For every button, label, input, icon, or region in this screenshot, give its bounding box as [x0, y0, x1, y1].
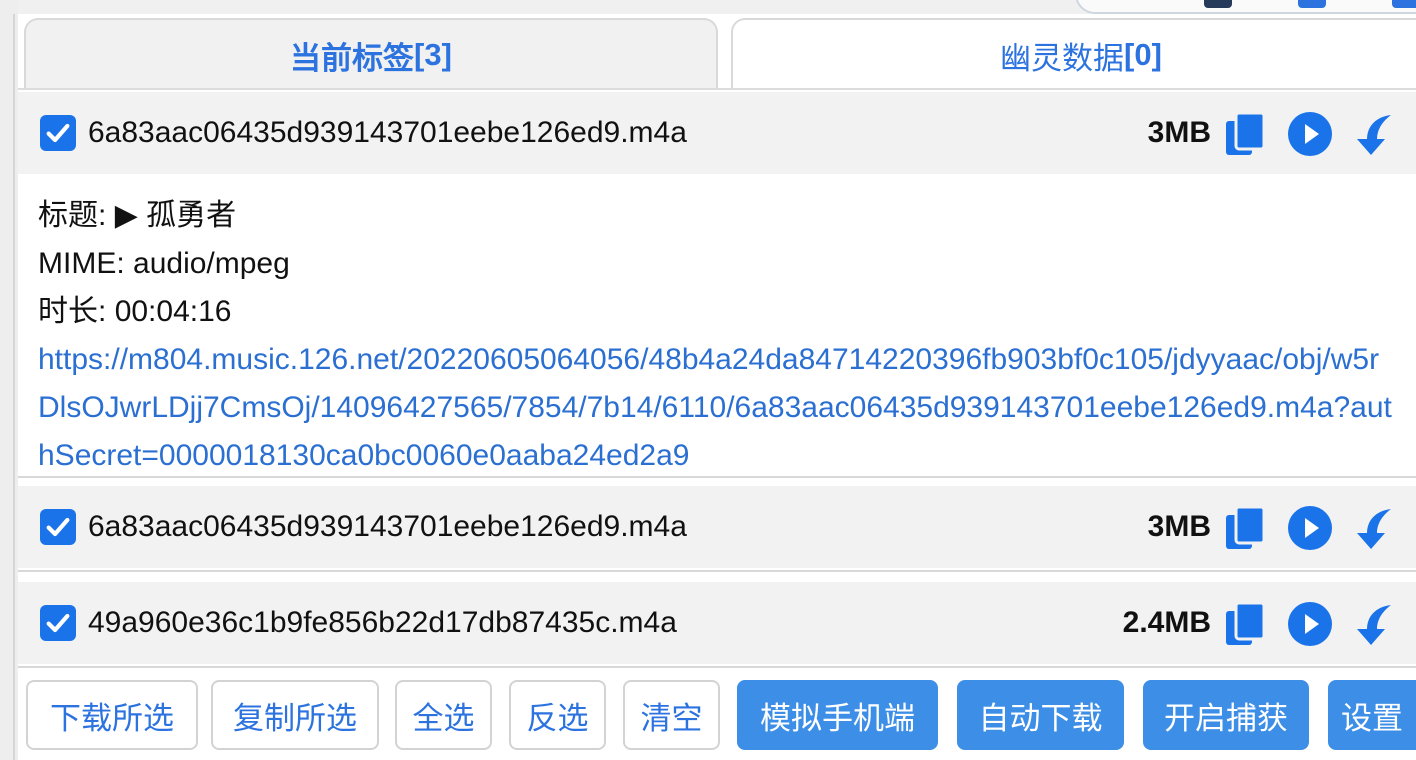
address-bar-edge: [1075, 0, 1416, 14]
copy-icon[interactable]: [1222, 110, 1270, 158]
checkbox-checked-icon[interactable]: [40, 605, 76, 641]
copy-icon[interactable]: [1222, 600, 1270, 648]
copy-icon[interactable]: [1222, 504, 1270, 552]
clear-button[interactable]: 清空: [623, 680, 720, 750]
duration-value: 00:04:16: [114, 295, 232, 328]
extension-panel: 当前标签 [3] 幽灵数据 [0] 6a83aac06435d939143701ee…: [18, 14, 1416, 760]
file-detail: 标题: ▶ 孤勇者 MIME: audio/mpeg 时长: 00:04:16 …: [18, 174, 1416, 476]
copy-selected-button[interactable]: 复制所选: [211, 680, 379, 750]
checkbox-checked-icon[interactable]: [40, 115, 76, 151]
page: 当前标签 [3] 幽灵数据 [0] 6a83aac06435d939143701ee…: [0, 0, 1416, 760]
extension-icon[interactable]: [1298, 0, 1326, 8]
file-name[interactable]: 6a83aac06435d939143701eebe126ed9.m4a: [88, 114, 687, 152]
download-selected-button[interactable]: 下载所选: [26, 680, 198, 750]
divider: [18, 570, 1416, 572]
file-name[interactable]: 6a83aac06435d939143701eebe126ed9.m4a: [88, 508, 687, 546]
divider: [18, 476, 1416, 478]
title-line: 标题: ▶ 孤勇者: [38, 196, 236, 236]
tab-ghost-count: [0]: [1124, 37, 1162, 72]
media-url-link[interactable]: https://m804.music.126.net/2022060506405…: [38, 336, 1398, 480]
play-icon[interactable]: [1286, 504, 1334, 552]
play-icon[interactable]: [1286, 600, 1334, 648]
select-all-button[interactable]: 全选: [395, 680, 492, 750]
action-bar: 下载所选 复制所选 全选 反选 清空 模拟手机端 自动下载 开启捕获 设置: [18, 670, 1416, 760]
mime-label: MIME:: [38, 247, 125, 280]
download-icon[interactable]: [1350, 504, 1398, 552]
tab-bar: 当前标签 [3] 幽灵数据 [0]: [24, 18, 1416, 92]
duration-label: 时长:: [38, 295, 107, 328]
extension-icon-2[interactable]: [1392, 0, 1416, 8]
tab-current-label: 当前标签: [290, 40, 415, 76]
browser-top-strip: [0, 0, 1416, 14]
divider: [13, 14, 15, 760]
file-name[interactable]: 49a960e36c1b9fe856b22d17db87435c.m4a: [88, 604, 677, 642]
mime-value: audio/mpeg: [133, 247, 290, 280]
divider: [18, 666, 1416, 668]
divider: [18, 88, 1416, 90]
play-icon[interactable]: [1286, 110, 1334, 158]
checkbox-checked-icon[interactable]: [40, 509, 76, 545]
tab-ghost-data[interactable]: 幽灵数据 [0]: [731, 18, 1416, 90]
start-capture-button[interactable]: 开启捕获: [1143, 680, 1309, 750]
auto-download-button[interactable]: 自动下载: [957, 680, 1124, 750]
file-size: 2.4MB: [1122, 606, 1211, 639]
file-size: 3MB: [1147, 510, 1211, 543]
mime-line: MIME: audio/mpeg: [38, 244, 290, 284]
list-item[interactable]: 49a960e36c1b9fe856b22d17db87435c.m4a 2.4…: [18, 582, 1416, 664]
list-item[interactable]: 6a83aac06435d939143701eebe126ed9.m4a 3MB: [18, 486, 1416, 568]
tab-current-count: [3]: [414, 37, 452, 72]
settings-button[interactable]: 设置: [1328, 680, 1416, 750]
tab-current[interactable]: 当前标签 [3]: [24, 18, 718, 90]
duration-line: 时长: 00:04:16: [38, 292, 231, 332]
invert-selection-button[interactable]: 反选: [509, 680, 606, 750]
download-icon[interactable]: [1350, 600, 1398, 648]
title-value: ▶ 孤勇者: [114, 199, 237, 232]
download-icon[interactable]: [1350, 110, 1398, 158]
tab-ghost-label: 幽灵数据: [1000, 40, 1125, 76]
list-item[interactable]: 6a83aac06435d939143701eebe126ed9.m4a 3MB: [18, 92, 1416, 174]
title-label: 标题:: [38, 199, 107, 232]
left-edge: [0, 0, 18, 760]
simulate-mobile-button[interactable]: 模拟手机端: [737, 680, 938, 750]
facebook-icon[interactable]: [1204, 0, 1232, 8]
file-size: 3MB: [1147, 116, 1211, 149]
